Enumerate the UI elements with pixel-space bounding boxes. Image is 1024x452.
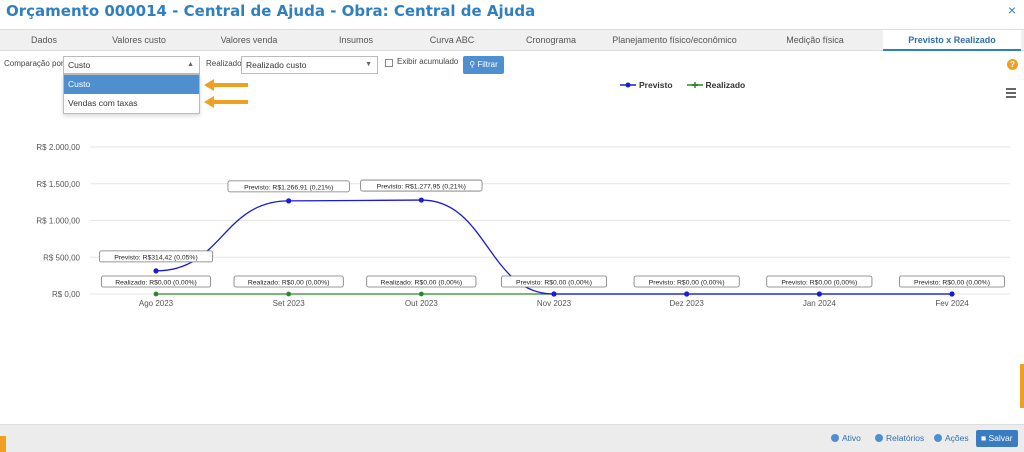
previsto-data-label: Previsto: R$314,42 (0,05%) bbox=[114, 254, 198, 261]
tab-insumos[interactable]: Insumos bbox=[308, 30, 404, 51]
y-tick-label: R$ 2.000,00 bbox=[36, 143, 80, 152]
tab-planejamento[interactable]: Planejamento físico/econômico bbox=[602, 30, 747, 51]
x-tick-label: Nov 2023 bbox=[537, 299, 572, 308]
realizado-data-label: Realizado: R$0,00 (0,00%) bbox=[115, 280, 197, 287]
salvar-button[interactable]: ■ Salvar bbox=[976, 430, 1018, 447]
previsto-point bbox=[684, 291, 690, 297]
previsto-marker-icon bbox=[620, 82, 636, 88]
tab-dados[interactable]: Dados bbox=[0, 30, 88, 51]
arrow-annotation-icon bbox=[204, 79, 248, 91]
chart-menu-icon[interactable] bbox=[1006, 88, 1016, 100]
tab-medicao-fisica[interactable]: Medição física bbox=[747, 30, 883, 51]
x-tick-label: Set 2023 bbox=[273, 299, 306, 308]
previsto-point bbox=[551, 291, 557, 297]
tag-icon bbox=[875, 434, 883, 442]
realizado-marker-icon bbox=[686, 82, 703, 88]
window-title: Orçamento 000014 - Central de Ajuda - Ob… bbox=[6, 2, 536, 20]
filtrar-button[interactable]: ⚲ Filtrar bbox=[463, 56, 504, 74]
caret-up-icon: ▲ bbox=[187, 61, 194, 68]
previsto-point bbox=[816, 291, 822, 297]
comparacao-label: Comparação por bbox=[4, 59, 64, 68]
realizado-select[interactable]: Realizado custo ▼ bbox=[241, 56, 378, 74]
x-tick-label: Ago 2023 bbox=[139, 299, 174, 308]
exibir-acumulado-checkbox[interactable] bbox=[385, 59, 393, 67]
title-bar: Orçamento 000014 - Central de Ajuda - Ob… bbox=[0, 0, 1024, 22]
help-icon[interactable]: ? bbox=[1007, 59, 1018, 70]
comparacao-dropdown: Custo Vendas com taxas bbox=[63, 74, 200, 114]
legend-realizado-label: Realizado bbox=[705, 80, 746, 90]
ativo-button[interactable]: Ativo bbox=[826, 430, 866, 447]
arrow-annotation-icon bbox=[204, 96, 248, 108]
y-tick-label: R$ 1.500,00 bbox=[36, 180, 80, 189]
relatorios-button[interactable]: Relatórios bbox=[870, 430, 929, 447]
realizado-point bbox=[153, 291, 159, 297]
y-tick-label: R$ 500,00 bbox=[43, 253, 80, 262]
tab-cronograma[interactable]: Cronograma bbox=[500, 30, 602, 51]
comparacao-value: Custo bbox=[68, 60, 91, 70]
ativo-label: Ativo bbox=[842, 433, 861, 443]
previsto-data-label: Previsto: R$0,00 (0,00%) bbox=[516, 280, 592, 287]
previsto-point bbox=[418, 197, 424, 203]
previsto-point bbox=[286, 198, 292, 204]
exibir-acumulado-label: Exibir acumulado bbox=[397, 57, 459, 66]
close-icon[interactable]: × bbox=[1008, 2, 1016, 18]
realizado-label: Realizado bbox=[206, 59, 242, 68]
previsto-point bbox=[153, 268, 159, 274]
tab-previsto-realizado[interactable]: Previsto x Realizado bbox=[883, 30, 1021, 51]
tab-valores-venda[interactable]: Valores venda bbox=[190, 30, 308, 51]
tab-bar: Dados Valores custo Valores venda Insumo… bbox=[0, 29, 1024, 51]
previsto-realizado-chart: R$ 0,00 R$ 500,00 R$ 1.000,00 R$ 1.500,00 R$… bbox=[36, 143, 1010, 308]
previsto-point bbox=[949, 291, 955, 297]
status-dot-icon bbox=[831, 434, 839, 442]
realizado-data-label: Realizado: R$0,00 (0,00%) bbox=[248, 280, 330, 287]
option-vendas-com-taxas[interactable]: Vendas com taxas bbox=[64, 94, 199, 113]
previsto-data-label: Previsto: R$1.266,91 (0,21%) bbox=[244, 184, 333, 191]
acoes-button[interactable]: Ações bbox=[929, 430, 974, 447]
y-tick-label: R$ 1.000,00 bbox=[36, 217, 80, 226]
search-icon: ⚲ bbox=[469, 60, 476, 69]
previsto-data-label: Previsto: R$1.277,95 (0,21%) bbox=[377, 184, 466, 191]
legend-previsto-label: Previsto bbox=[639, 80, 673, 90]
relatorios-label: Relatórios bbox=[886, 433, 925, 443]
previsto-data-label: Previsto: R$0,00 (0,00%) bbox=[649, 280, 725, 287]
tag-icon bbox=[934, 434, 942, 442]
x-tick-label: Fev 2024 bbox=[935, 299, 969, 308]
option-custo[interactable]: Custo bbox=[64, 75, 199, 94]
filter-row: Comparação por Custo ▲ Realizado Realiza… bbox=[0, 56, 1024, 76]
tab-valores-custo[interactable]: Valores custo bbox=[88, 30, 190, 51]
realizado-value: Realizado custo bbox=[246, 60, 307, 70]
save-icon: ■ bbox=[981, 433, 989, 443]
legend-realizado[interactable]: Realizado bbox=[686, 80, 746, 90]
side-handle[interactable] bbox=[1020, 364, 1024, 408]
caret-down-icon: ▼ bbox=[365, 61, 372, 68]
previsto-data-label: Previsto: R$0,00 (0,00%) bbox=[914, 280, 990, 287]
filtrar-label: Filtrar bbox=[477, 60, 498, 69]
acoes-label: Ações bbox=[945, 433, 969, 443]
comparacao-select[interactable]: Custo ▲ bbox=[63, 56, 200, 74]
x-tick-label: Out 2023 bbox=[405, 299, 438, 308]
app-window: Orçamento 000014 - Central de Ajuda - Ob… bbox=[0, 0, 1024, 452]
chart-legend: Previsto Realizado bbox=[620, 80, 745, 90]
realizado-point bbox=[286, 291, 292, 297]
x-tick-label: Jan 2024 bbox=[803, 299, 836, 308]
tab-curva-abc[interactable]: Curva ABC bbox=[404, 30, 500, 51]
realizado-data-label: Realizado: R$0,00 (0,00%) bbox=[381, 280, 463, 287]
bottom-toolbar: Ativo Relatórios Ações ■ Salvar bbox=[0, 424, 1024, 452]
previsto-data-label: Previsto: R$0,00 (0,00%) bbox=[781, 280, 857, 287]
salvar-label: Salvar bbox=[988, 433, 1013, 443]
x-tick-label: Dez 2023 bbox=[670, 299, 705, 308]
corner-handle[interactable] bbox=[0, 436, 6, 452]
legend-previsto[interactable]: Previsto bbox=[620, 80, 673, 90]
y-tick-label: R$ 0,00 bbox=[52, 290, 81, 299]
realizado-point bbox=[418, 291, 424, 297]
